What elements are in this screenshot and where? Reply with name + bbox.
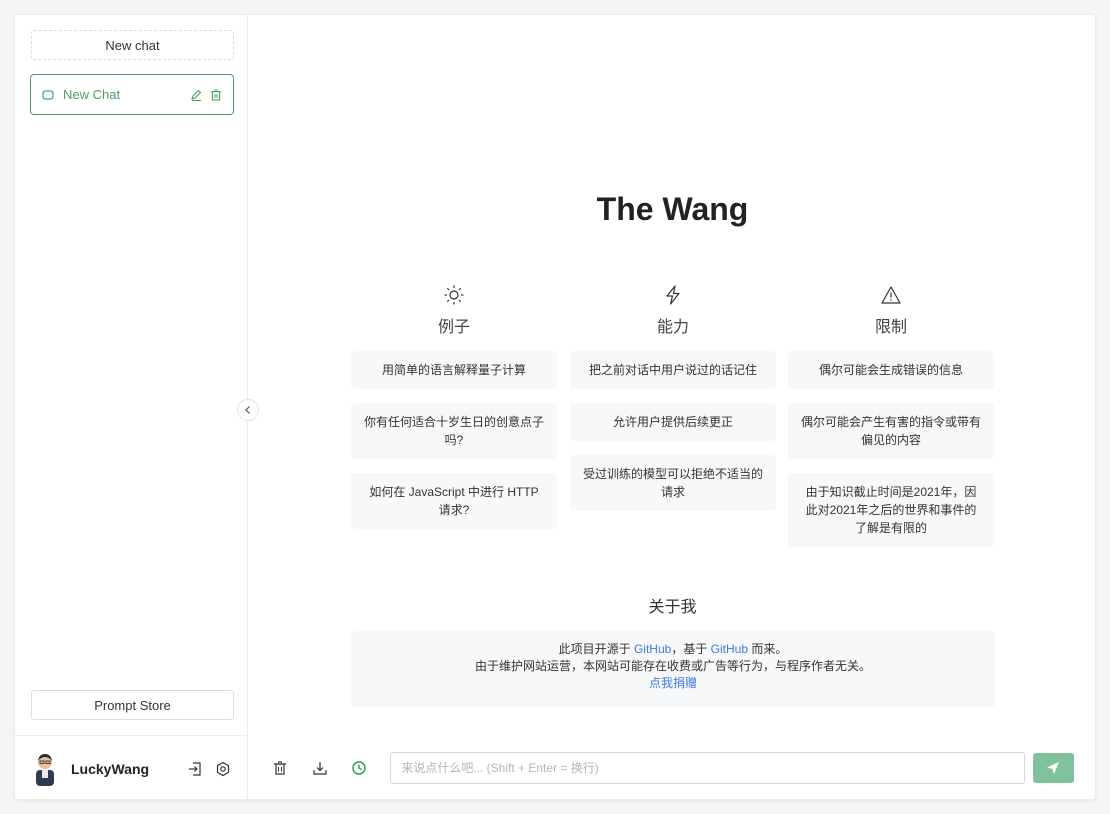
about-box: 此项目开源于 GitHub，基于 GitHub 而来。 由于维护网站运营，本网站… — [351, 631, 995, 707]
main-area: The Wang 例子 用简单的语言解释量子计算 你有任何适合十岁生日的创意点子… — [248, 15, 1095, 799]
capability-card: 受过训练的模型可以拒绝不适当的请求 — [570, 455, 776, 511]
sidebar: New chat New Chat Prompt Store LuckyWang — [15, 15, 248, 799]
history-clock-icon[interactable] — [351, 759, 369, 777]
settings-icon[interactable] — [214, 760, 232, 778]
logout-icon[interactable] — [186, 760, 204, 778]
about-line-2: 由于维护网站运营，本网站可能存在收费或广告等行为，与程序作者无关。 — [474, 659, 871, 673]
app-window: New chat New Chat Prompt Store LuckyWang… — [14, 14, 1096, 800]
limitation-card: 偶尔可能会生成错误的信息 — [788, 351, 994, 389]
prompt-store-button[interactable]: Prompt Store — [31, 690, 234, 720]
capability-card: 把之前对话中用户说过的话记住 — [570, 351, 776, 389]
limitation-card: 偶尔可能会产生有害的指令或带有偏见的内容 — [788, 403, 994, 459]
capabilities-title: 能力 — [656, 319, 689, 336]
chat-input[interactable] — [390, 752, 1025, 784]
github-link[interactable]: GitHub — [711, 642, 748, 656]
donate-link[interactable]: 点我捐赠 — [649, 676, 697, 690]
about-text: 而来。 — [748, 642, 788, 656]
example-card[interactable]: 如何在 JavaScript 中进行 HTTP 请求? — [351, 473, 557, 529]
avatar[interactable] — [31, 752, 59, 786]
capabilities-column: 能力 把之前对话中用户说过的话记住 允许用户提供后续更正 受过训练的模型可以拒绝… — [570, 283, 776, 511]
limitations-title: 限制 — [874, 319, 907, 336]
new-chat-button[interactable]: New chat — [31, 30, 234, 60]
username: LuckyWang — [71, 760, 150, 777]
capability-card: 允许用户提供后续更正 — [570, 403, 776, 441]
examples-title: 例子 — [437, 319, 470, 336]
clear-icon[interactable] — [271, 759, 289, 777]
download-icon[interactable] — [311, 759, 329, 777]
warning-icon — [788, 283, 994, 307]
limitation-card: 由于知识截止时间是2021年，因此对2021年之后的世界和事件的了解是有限的 — [788, 473, 994, 547]
limitations-column: 限制 偶尔可能会生成错误的信息 偶尔可能会产生有害的指令或带有偏见的内容 由于知… — [788, 283, 994, 547]
sun-icon — [351, 283, 557, 307]
chat-bubble-icon — [41, 88, 55, 102]
example-card[interactable]: 你有任何适合十岁生日的创意点子吗? — [351, 403, 557, 459]
about-text: 此项目开源于 — [558, 642, 634, 656]
user-bar: LuckyWang — [15, 735, 248, 799]
chat-history-label: New Chat — [63, 87, 121, 102]
chevron-left-icon — [245, 406, 250, 414]
lightning-icon — [570, 283, 776, 307]
page-title: The Wang — [596, 191, 749, 227]
chat-history-item[interactable]: New Chat — [30, 74, 234, 115]
delete-icon[interactable] — [209, 88, 223, 102]
example-card[interactable]: 用简单的语言解释量子计算 — [351, 351, 557, 389]
about-line-1: 此项目开源于 GitHub，基于 GitHub 而来。 — [351, 641, 995, 658]
about-text: ，基于 — [671, 642, 711, 656]
about-title: 关于我 — [648, 599, 697, 616]
examples-column: 例子 用简单的语言解释量子计算 你有任何适合十岁生日的创意点子吗? 如何在 Ja… — [351, 283, 557, 529]
send-icon — [1047, 762, 1060, 774]
github-link[interactable]: GitHub — [634, 642, 671, 656]
collapse-sidebar-button[interactable] — [237, 399, 259, 421]
input-footer — [248, 735, 1095, 799]
edit-icon[interactable] — [189, 88, 203, 102]
send-button[interactable] — [1032, 753, 1075, 783]
